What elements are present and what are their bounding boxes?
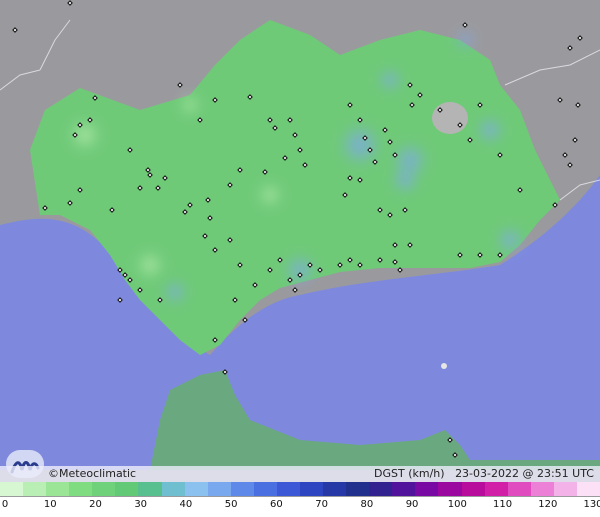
scale-swatch <box>115 482 139 496</box>
scale-tick-label: 0 <box>1 499 9 510</box>
scale-swatch <box>0 482 24 496</box>
scale-swatch <box>23 482 47 496</box>
scale-swatch <box>69 482 93 496</box>
scale-tick-label: 100 <box>447 499 467 510</box>
scale-swatch <box>369 482 393 496</box>
scale-swatch <box>415 482 439 496</box>
scale-swatch <box>553 482 577 496</box>
scale-swatch <box>507 482 531 496</box>
scale-swatch <box>346 482 370 496</box>
scale-tick-label: 30 <box>134 499 148 510</box>
scale-swatch <box>276 482 301 496</box>
scale-swatch <box>161 482 185 496</box>
color-scale-labels: 0 10 20 30 40 50 60 70 80 90 100 110 120 130 <box>0 497 600 517</box>
scale-swatch <box>138 482 162 496</box>
scale-swatch <box>207 482 231 496</box>
gust-map <box>0 0 600 517</box>
scale-swatch <box>392 482 416 496</box>
color-scale-bar <box>0 482 600 496</box>
scale-tick-label: 40 <box>179 499 193 510</box>
scale-swatch <box>461 482 485 496</box>
scale-swatch <box>92 482 116 496</box>
scale-swatch <box>46 482 70 496</box>
scale-swatch <box>184 482 208 496</box>
scale-tick-label: 50 <box>224 499 238 510</box>
scale-swatch <box>230 482 254 496</box>
scale-tick-label: 10 <box>43 499 57 510</box>
scale-tick-label: 130 <box>583 499 600 510</box>
scale-tick-label: 60 <box>270 499 283 510</box>
scale-tick-label: 20 <box>89 499 102 510</box>
scale-swatch <box>530 482 554 496</box>
map-footer: ©Meteoclimatic DGST (km/h) 23-03-2022 @ … <box>0 466 600 482</box>
scale-tick-label: 110 <box>492 499 513 510</box>
scale-swatch <box>300 482 324 496</box>
scale-swatch <box>323 482 347 496</box>
scale-tick-label: 120 <box>538 499 558 510</box>
sierra-nevada-area <box>432 102 468 134</box>
scale-swatch <box>438 482 462 496</box>
scale-tick-label: 80 <box>360 499 374 510</box>
variable-and-time: DGST (km/h) 23-03-2022 @ 23:51 UTC <box>374 467 594 480</box>
credit-text: ©Meteoclimatic <box>48 467 137 480</box>
scale-tick-label: 90 <box>405 499 419 510</box>
scale-swatch <box>576 482 600 496</box>
scale-swatch <box>253 482 277 496</box>
scale-tick-label: 70 <box>315 499 328 510</box>
variable-label: DGST (km/h) <box>374 467 445 480</box>
timestamp: 23-03-2022 @ 23:51 UTC <box>455 467 594 480</box>
scale-swatch <box>484 482 508 496</box>
